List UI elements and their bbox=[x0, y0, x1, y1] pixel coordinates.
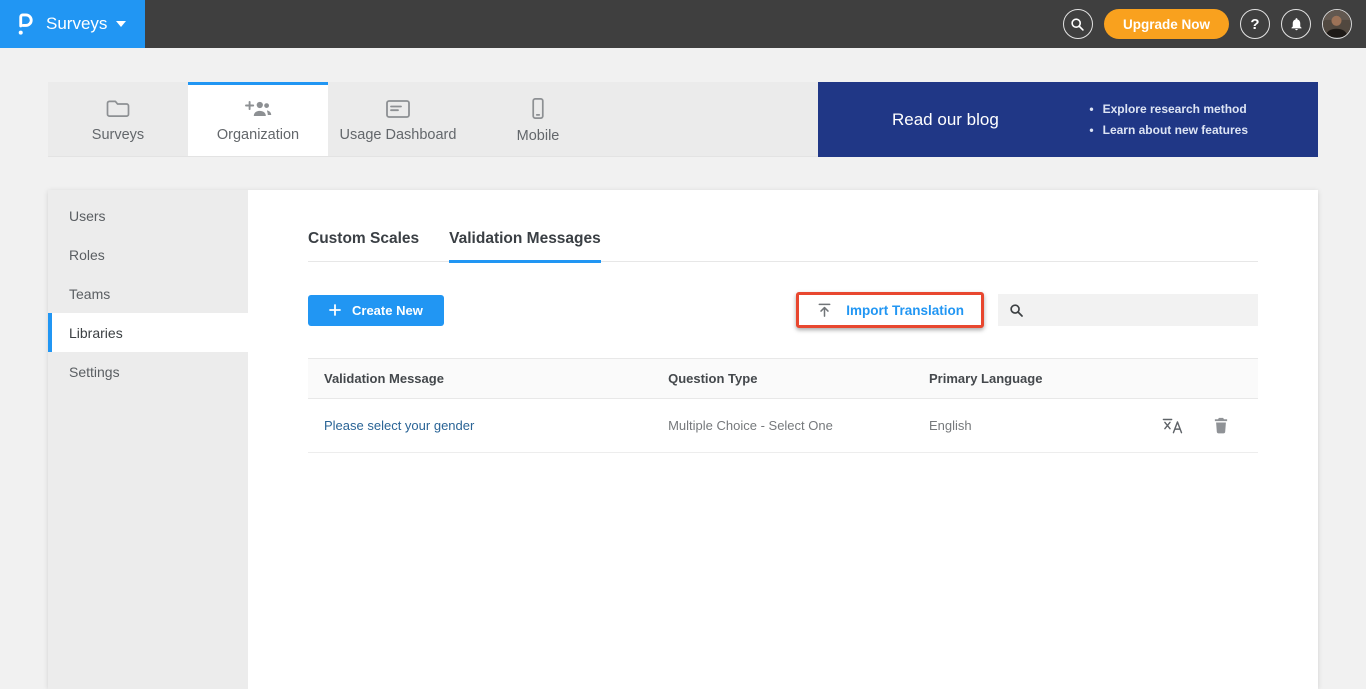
nav-tab-organization[interactable]: Organization bbox=[188, 82, 328, 156]
sidebar-item-libraries[interactable]: Libraries bbox=[48, 313, 248, 352]
create-new-label: Create New bbox=[352, 303, 423, 318]
dashboard-card-icon bbox=[385, 99, 411, 119]
main-card: Users Roles Teams Libraries Settings Cus… bbox=[48, 190, 1318, 689]
topbar: Surveys Upgrade Now ? bbox=[0, 0, 1366, 48]
folder-icon bbox=[105, 98, 131, 119]
blog-banner-bullets: Explore research method Learn about new … bbox=[1089, 95, 1248, 144]
translate-icon[interactable] bbox=[1162, 417, 1183, 434]
avatar[interactable] bbox=[1322, 9, 1352, 39]
trash-icon[interactable] bbox=[1214, 417, 1228, 434]
column-actions bbox=[1146, 359, 1258, 399]
annotation-highlight-box: Import Translation bbox=[796, 292, 984, 328]
help-button[interactable]: ? bbox=[1240, 9, 1270, 39]
blog-banner: Read our blog Explore research method Le… bbox=[818, 82, 1318, 157]
bell-icon bbox=[1289, 16, 1304, 32]
blog-banner-title[interactable]: Read our blog bbox=[892, 110, 999, 130]
settings-sidebar: Users Roles Teams Libraries Settings bbox=[48, 190, 248, 689]
help-icon: ? bbox=[1250, 16, 1259, 33]
nav-tab-label: Mobile bbox=[517, 128, 560, 144]
banner-bullet: Learn about new features bbox=[1089, 123, 1248, 137]
product-menu[interactable]: Surveys bbox=[0, 0, 145, 48]
table-header-row: Validation Message Question Type Primary… bbox=[308, 359, 1258, 399]
notifications-button[interactable] bbox=[1281, 9, 1311, 39]
column-primary-language: Primary Language bbox=[913, 359, 1146, 399]
nav-tab-surveys[interactable]: Surveys bbox=[48, 82, 188, 156]
sidebar-item-roles[interactable]: Roles bbox=[48, 235, 248, 274]
question-type-cell: Multiple Choice - Select One bbox=[652, 399, 913, 453]
chevron-down-icon bbox=[116, 21, 126, 27]
column-question-type: Question Type bbox=[652, 359, 913, 399]
libraries-content: Custom Scales Validation Messages Create… bbox=[248, 190, 1318, 689]
toolbar: Create New Import Translation bbox=[308, 292, 1258, 328]
primary-nav: Surveys Organization bbox=[48, 82, 818, 157]
import-translation-button[interactable]: Import Translation bbox=[799, 295, 981, 325]
group-add-icon bbox=[244, 98, 272, 119]
validation-messages-table: Validation Message Question Type Primary… bbox=[308, 358, 1258, 453]
sidebar-item-settings[interactable]: Settings bbox=[48, 352, 248, 391]
banner-bullet: Explore research method bbox=[1089, 102, 1248, 116]
tab-validation-messages[interactable]: Validation Messages bbox=[449, 230, 601, 263]
upload-icon bbox=[816, 302, 833, 318]
table-search bbox=[998, 294, 1258, 326]
header-band: Surveys Organization bbox=[48, 82, 1318, 157]
nav-tab-label: Surveys bbox=[92, 127, 144, 143]
upgrade-now-button[interactable]: Upgrade Now bbox=[1104, 9, 1229, 39]
validation-message-link[interactable]: Please select your gender bbox=[324, 418, 474, 433]
column-validation-message: Validation Message bbox=[308, 359, 652, 399]
import-translation-label: Import Translation bbox=[846, 303, 964, 318]
sidebar-item-teams[interactable]: Teams bbox=[48, 274, 248, 313]
product-menu-label: Surveys bbox=[46, 14, 107, 34]
mobile-icon bbox=[531, 97, 545, 120]
tab-custom-scales[interactable]: Custom Scales bbox=[308, 230, 419, 263]
sidebar-item-users[interactable]: Users bbox=[48, 196, 248, 235]
create-new-button[interactable]: Create New bbox=[308, 295, 444, 326]
toolbar-right: Import Translation bbox=[796, 292, 1258, 328]
search-icon bbox=[1009, 303, 1024, 318]
nav-tab-usage-dashboard[interactable]: Usage Dashboard bbox=[328, 82, 468, 156]
nav-tab-label: Usage Dashboard bbox=[340, 127, 457, 143]
table-row: Please select your gender Multiple Choic… bbox=[308, 399, 1258, 453]
nav-tab-mobile[interactable]: Mobile bbox=[468, 82, 608, 156]
primary-language-cell: English bbox=[913, 399, 1146, 453]
plus-icon bbox=[329, 304, 341, 316]
libraries-tabs: Custom Scales Validation Messages bbox=[308, 230, 1258, 262]
search-icon bbox=[1070, 17, 1085, 32]
questionpro-logo-icon bbox=[15, 11, 36, 38]
nav-tab-label: Organization bbox=[217, 127, 299, 143]
topbar-actions: Upgrade Now ? bbox=[1063, 9, 1366, 39]
search-input[interactable] bbox=[1033, 303, 1258, 318]
search-button[interactable] bbox=[1063, 9, 1093, 39]
